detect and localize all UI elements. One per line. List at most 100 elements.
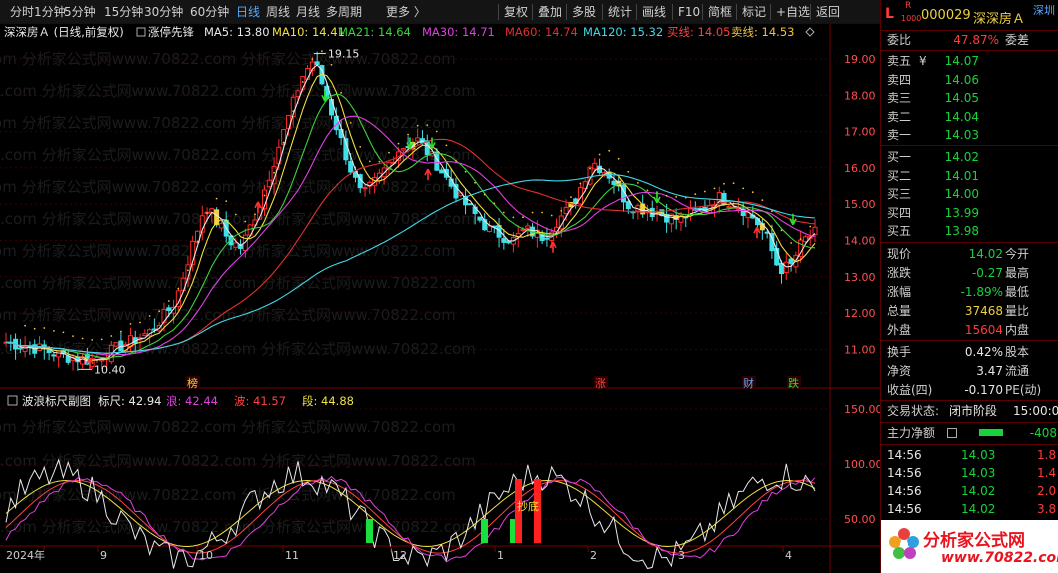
y-tick-label: 12.00 <box>844 307 876 320</box>
watermark-text: .com 分析家公式网www.70822.com 分析家公式网www.70822… <box>0 210 476 228</box>
x-tick-label: 9 <box>100 549 107 562</box>
toolbar-button[interactable]: 复权 <box>504 4 528 20</box>
main-flow-row[interactable]: 主力净额 -408 <box>881 424 1058 442</box>
watermark-text: .com 分析家公式网www.70822.com 分析家公式网www.70822… <box>0 452 476 470</box>
badge-l: L <box>885 6 894 22</box>
x-tick-label: 2024年 <box>6 548 45 562</box>
candle-body <box>726 206 732 209</box>
watermark-text: .com 分析家公式网www.70822.com 分析家公式网www.70822… <box>0 306 456 324</box>
buy-level-row[interactable]: 买二 14.01 <box>881 167 1058 185</box>
kline-chart[interactable]: .com 分析家公式网www.70822.com 分析家公式网www.70822… <box>0 24 880 573</box>
toolbar-button[interactable]: 返回 <box>816 4 840 20</box>
candle-body <box>812 226 818 236</box>
candle-body <box>37 343 43 351</box>
candle-body <box>477 216 483 221</box>
quote-row: 涨幅 -1.89% 最低 <box>887 285 1030 299</box>
tick-row: 14:56 14.03 1.4 <box>887 466 1057 480</box>
logo-text: 分析家公式网 <box>923 531 1025 551</box>
divider <box>881 50 1058 51</box>
trade-status-row: 交易状态: 闭市阶段 15:00:0 <box>887 404 1058 418</box>
y-tick-label: 14.00 <box>844 235 876 248</box>
candle-body <box>439 169 445 174</box>
candle-body <box>295 90 301 98</box>
toolbar-button[interactable]: 标记 <box>742 4 766 20</box>
divider <box>881 145 1058 146</box>
candle-body <box>611 180 617 186</box>
candle-body <box>56 350 62 358</box>
toolbar-button[interactable]: F10 <box>678 4 700 20</box>
sub-legend-item: 波: 41.57 <box>234 394 286 408</box>
sell-level-row[interactable]: 卖四 14.06 <box>881 71 1058 89</box>
list-icon[interactable] <box>947 428 957 438</box>
x-tick-label: 1 <box>497 549 504 562</box>
toolbar-button[interactable]: 简框 <box>708 4 732 20</box>
event-mark[interactable]: 财 <box>743 376 754 390</box>
sell-level-row[interactable]: 卖二 14.04 <box>881 108 1058 126</box>
stock-title: 深深房Ａ (日线,前复权) <box>4 25 124 39</box>
period-tab[interactable]: 多周期 <box>326 4 362 20</box>
period-tab[interactable]: 5分钟 <box>64 4 96 20</box>
sub-legend-item: 浪: 42.44 <box>166 394 218 408</box>
candle-body <box>501 238 507 243</box>
ma-legend-item: MA5: 13.80 <box>204 25 270 39</box>
buy-level-row[interactable]: 买五 13.98 <box>881 222 1058 240</box>
sell-level-row[interactable]: 卖三 14.05 <box>881 89 1058 107</box>
stat-row: 换手 0.42% 股本 <box>887 345 1030 359</box>
toolbar-button[interactable]: 统计 <box>608 4 632 20</box>
high-price-label: 19.15 <box>328 48 360 61</box>
toolbar-divider <box>736 4 737 20</box>
ma-legend-item: MA60: 14.74 <box>505 25 578 39</box>
event-mark[interactable]: 跌 <box>788 376 799 390</box>
candle-body <box>348 161 354 173</box>
buy-level-row[interactable]: 买四 13.99 <box>881 204 1058 222</box>
ma-legend-item: 卖线: 14.53 <box>731 25 794 39</box>
y-tick-label: 15.00 <box>844 198 876 211</box>
period-tab[interactable]: 1分钟 <box>34 4 66 20</box>
sell-level-row[interactable]: 卖五 ¥14.07 <box>881 52 1058 70</box>
indicator-name: 涨停先锋 <box>148 25 194 39</box>
toolbar-divider <box>810 4 811 20</box>
toolbar-button[interactable]: 多股 <box>572 4 596 20</box>
period-tab[interactable]: 月线 <box>296 4 320 20</box>
tick-row: 14:56 14.02 2.0 <box>887 484 1057 498</box>
x-tick-label: 3 <box>678 549 685 562</box>
event-mark[interactable]: 榜 <box>187 376 198 390</box>
toolbar-button[interactable]: +自选 <box>776 4 810 20</box>
ma-legend-item: MA120: 15.32 <box>583 25 663 39</box>
toolbar-button[interactable]: 画线 <box>642 4 666 20</box>
period-tab[interactable]: 周线 <box>266 4 290 20</box>
candle-body <box>486 225 492 233</box>
period-tab[interactable]: 分时 <box>10 4 34 20</box>
candle-body <box>17 347 23 350</box>
stock-name: 深深房Ａ <box>973 12 1026 27</box>
divider <box>881 400 1058 401</box>
toolbar-divider <box>602 4 603 20</box>
candle-body <box>563 206 569 215</box>
x-tick-label: 4 <box>785 549 792 562</box>
badge-num: 1000 <box>901 14 922 23</box>
event-mark[interactable]: 涨 <box>595 377 606 390</box>
candle-body <box>467 203 473 206</box>
chart-area[interactable]: .com 分析家公式网www.70822.com 分析家公式网www.70822… <box>0 24 880 573</box>
stat-row: 净资 3.47 流通 <box>887 364 1030 378</box>
period-tab[interactable]: 15分钟 <box>104 4 143 20</box>
period-tab[interactable]: 60分钟 <box>190 4 229 20</box>
period-tab[interactable]: 更多 〉 <box>386 4 426 20</box>
ma-legend-item: MA10: 14.41 <box>272 25 345 39</box>
buy-level-row[interactable]: 买三 14.00 <box>881 185 1058 203</box>
period-tab[interactable]: 30分钟 <box>144 4 183 20</box>
x-tick-label: 12 <box>393 549 407 562</box>
toolbar-divider <box>770 4 771 20</box>
toolbar-divider <box>672 4 673 20</box>
period-tab[interactable]: 日线 <box>236 4 260 20</box>
toolbar-divider <box>498 4 499 20</box>
sell-level-row[interactable]: 卖一 14.03 <box>881 126 1058 144</box>
buy-level-row[interactable]: 买一 14.02 <box>881 148 1058 166</box>
candle-body <box>266 179 272 188</box>
badge-r: R <box>905 1 912 11</box>
candle-body <box>166 307 172 311</box>
candle-body <box>362 187 368 190</box>
toolbar-button[interactable]: 叠加 <box>538 4 562 20</box>
candle-body <box>65 355 71 363</box>
signal-bar <box>481 519 488 543</box>
